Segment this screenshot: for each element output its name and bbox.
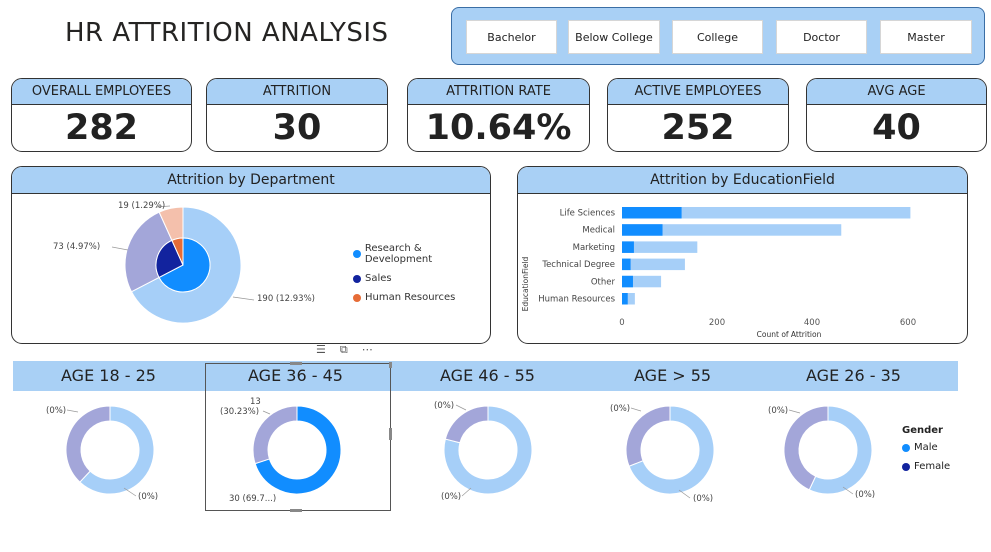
age-donut-slice[interactable]: [65, 405, 111, 483]
legend-dot: [353, 250, 361, 258]
dept-chart-title: Attrition by Department: [12, 167, 490, 194]
age-donut-slice[interactable]: [783, 405, 829, 491]
tab-age-46-55[interactable]: AGE 46 - 55: [440, 366, 535, 385]
kpi-value: 252: [661, 108, 735, 148]
visual-header-icons: ☰ ⧉ ⋯: [316, 343, 373, 357]
slicer-option-bachelor[interactable]: Bachelor: [466, 20, 557, 54]
edu-bar-attrition[interactable]: [622, 224, 663, 236]
legend-dot: [353, 274, 361, 283]
edu-bar-chart: EducationField Count of Attrition 0 200 …: [521, 207, 916, 339]
edu-ylabel: EducationField: [521, 256, 530, 311]
donut5-label-bottom: (0%): [855, 490, 875, 500]
age-donut-slice[interactable]: [808, 405, 873, 495]
gender-legend-title: Gender: [902, 425, 943, 436]
resize-handle[interactable]: [290, 362, 302, 365]
kpi-label: ACTIVE EMPLOYEES: [608, 79, 788, 105]
kpi-active-employees: ACTIVE EMPLOYEES 252: [607, 78, 789, 152]
page-title: HR ATTRITION ANALYSIS: [65, 18, 389, 48]
edu-category-label: Life Sciences: [560, 209, 616, 219]
edu-bar-attrition[interactable]: [622, 207, 682, 219]
age-donut-slice[interactable]: [444, 405, 489, 444]
donut3-label-bottom: (0%): [441, 492, 461, 502]
donut3-label-top: (0%): [434, 401, 454, 411]
kpi-label: ATTRITION: [207, 79, 387, 105]
tab-age-over-55[interactable]: AGE > 55: [634, 366, 711, 385]
more-options-icon[interactable]: ⋯: [362, 343, 373, 357]
kpi-value: 40: [872, 108, 921, 148]
edu-category-label: Other: [591, 277, 616, 287]
edu-bar-attrition[interactable]: [622, 293, 628, 305]
legend-label: Research & Development: [364, 243, 433, 265]
legend-label: Male: [914, 442, 938, 453]
edu-category-label: Marketing: [573, 243, 615, 253]
filter-icon[interactable]: ☰: [316, 343, 326, 357]
resize-handle[interactable]: [290, 509, 302, 512]
edu-xlabel: Count of Attrition: [757, 330, 822, 339]
age-donut-slice[interactable]: [443, 405, 533, 495]
age-donut-slice[interactable]: [625, 405, 671, 467]
edu-bar-attrition[interactable]: [622, 241, 634, 253]
legend-item[interactable]: Research & Development: [353, 243, 490, 265]
edu-chart-title: Attrition by EducationField: [518, 167, 967, 194]
dept-label-sales: 73 (4.97%): [53, 242, 100, 252]
legend-label: Sales: [365, 273, 392, 284]
donut5-label-top: (0%): [768, 406, 788, 416]
education-slicer: Bachelor Below College College Doctor Ma…: [451, 7, 985, 65]
edu-category-label: Human Resources: [538, 295, 615, 305]
kpi-value: 282: [64, 108, 139, 148]
legend-dot: [902, 462, 910, 471]
donut4-label-bottom: (0%): [693, 494, 713, 504]
edu-bar-attrition[interactable]: [622, 258, 631, 271]
legend-label: Human Resources: [365, 292, 456, 303]
edu-bar-attrition[interactable]: [622, 275, 633, 288]
age-donut-slice[interactable]: [79, 405, 155, 495]
kpi-attrition: ATTRITION 30: [206, 78, 388, 152]
edu-tick-600: 600: [900, 318, 916, 328]
legend-item-female[interactable]: Female: [902, 461, 950, 472]
selected-visual-frame[interactable]: [205, 362, 392, 512]
dept-label-rd: 190 (12.93%): [257, 294, 315, 304]
gender-legend: Gender Male Female: [902, 425, 950, 480]
tab-age-26-35[interactable]: AGE 26 - 35: [806, 366, 901, 385]
slicer-option-college[interactable]: College: [672, 20, 763, 54]
kpi-label: AVG AGE: [807, 79, 986, 105]
slicer-option-doctor[interactable]: Doctor: [776, 20, 867, 54]
resize-handle[interactable]: [389, 428, 392, 440]
tab-age-18-25[interactable]: AGE 18 - 25: [61, 366, 156, 385]
edu-chart-panel: Attrition by EducationField EducationFie…: [517, 166, 968, 344]
kpi-avg-age: AVG AGE 40: [806, 78, 987, 152]
kpi-label: OVERALL EMPLOYEES: [12, 79, 191, 105]
dept-legend: Research & Development Sales Human Resou…: [353, 243, 490, 311]
kpi-value: 30: [272, 108, 322, 148]
legend-item[interactable]: Human Resources: [353, 292, 490, 303]
edu-tick-200: 200: [709, 318, 725, 328]
resize-handle[interactable]: [389, 362, 392, 368]
age-donut-slice[interactable]: [628, 405, 715, 495]
slicer-option-master[interactable]: Master: [880, 20, 972, 54]
focus-mode-icon[interactable]: ⧉: [340, 343, 348, 357]
legend-dot: [902, 443, 910, 452]
kpi-value: 10.64%: [425, 108, 572, 148]
donut1-label-top: (0%): [46, 406, 66, 416]
kpi-overall-employees: OVERALL EMPLOYEES 282: [11, 78, 192, 152]
dept-label-hr: 19 (1.29%): [118, 201, 165, 211]
legend-dot: [353, 293, 361, 302]
donut1-label-bottom: (0%): [138, 492, 158, 502]
legend-item[interactable]: Sales: [353, 273, 490, 284]
edu-bar-total[interactable]: [622, 258, 685, 271]
kpi-attrition-rate: ATTRITION RATE 10.64%: [407, 78, 590, 152]
edu-category-label: Technical Degree: [541, 260, 615, 270]
dept-chart-panel: Attrition by Department 190 (12.93%) 73 …: [11, 166, 491, 344]
slicer-option-below-college[interactable]: Below College: [568, 20, 660, 54]
edu-tick-400: 400: [804, 318, 820, 328]
edu-tick-0: 0: [619, 318, 624, 328]
kpi-label: ATTRITION RATE: [408, 79, 589, 105]
legend-label: Female: [914, 461, 951, 472]
legend-item-male[interactable]: Male: [902, 442, 950, 453]
edu-category-label: Medical: [582, 226, 615, 236]
donut4-label-top: (0%): [610, 404, 630, 414]
